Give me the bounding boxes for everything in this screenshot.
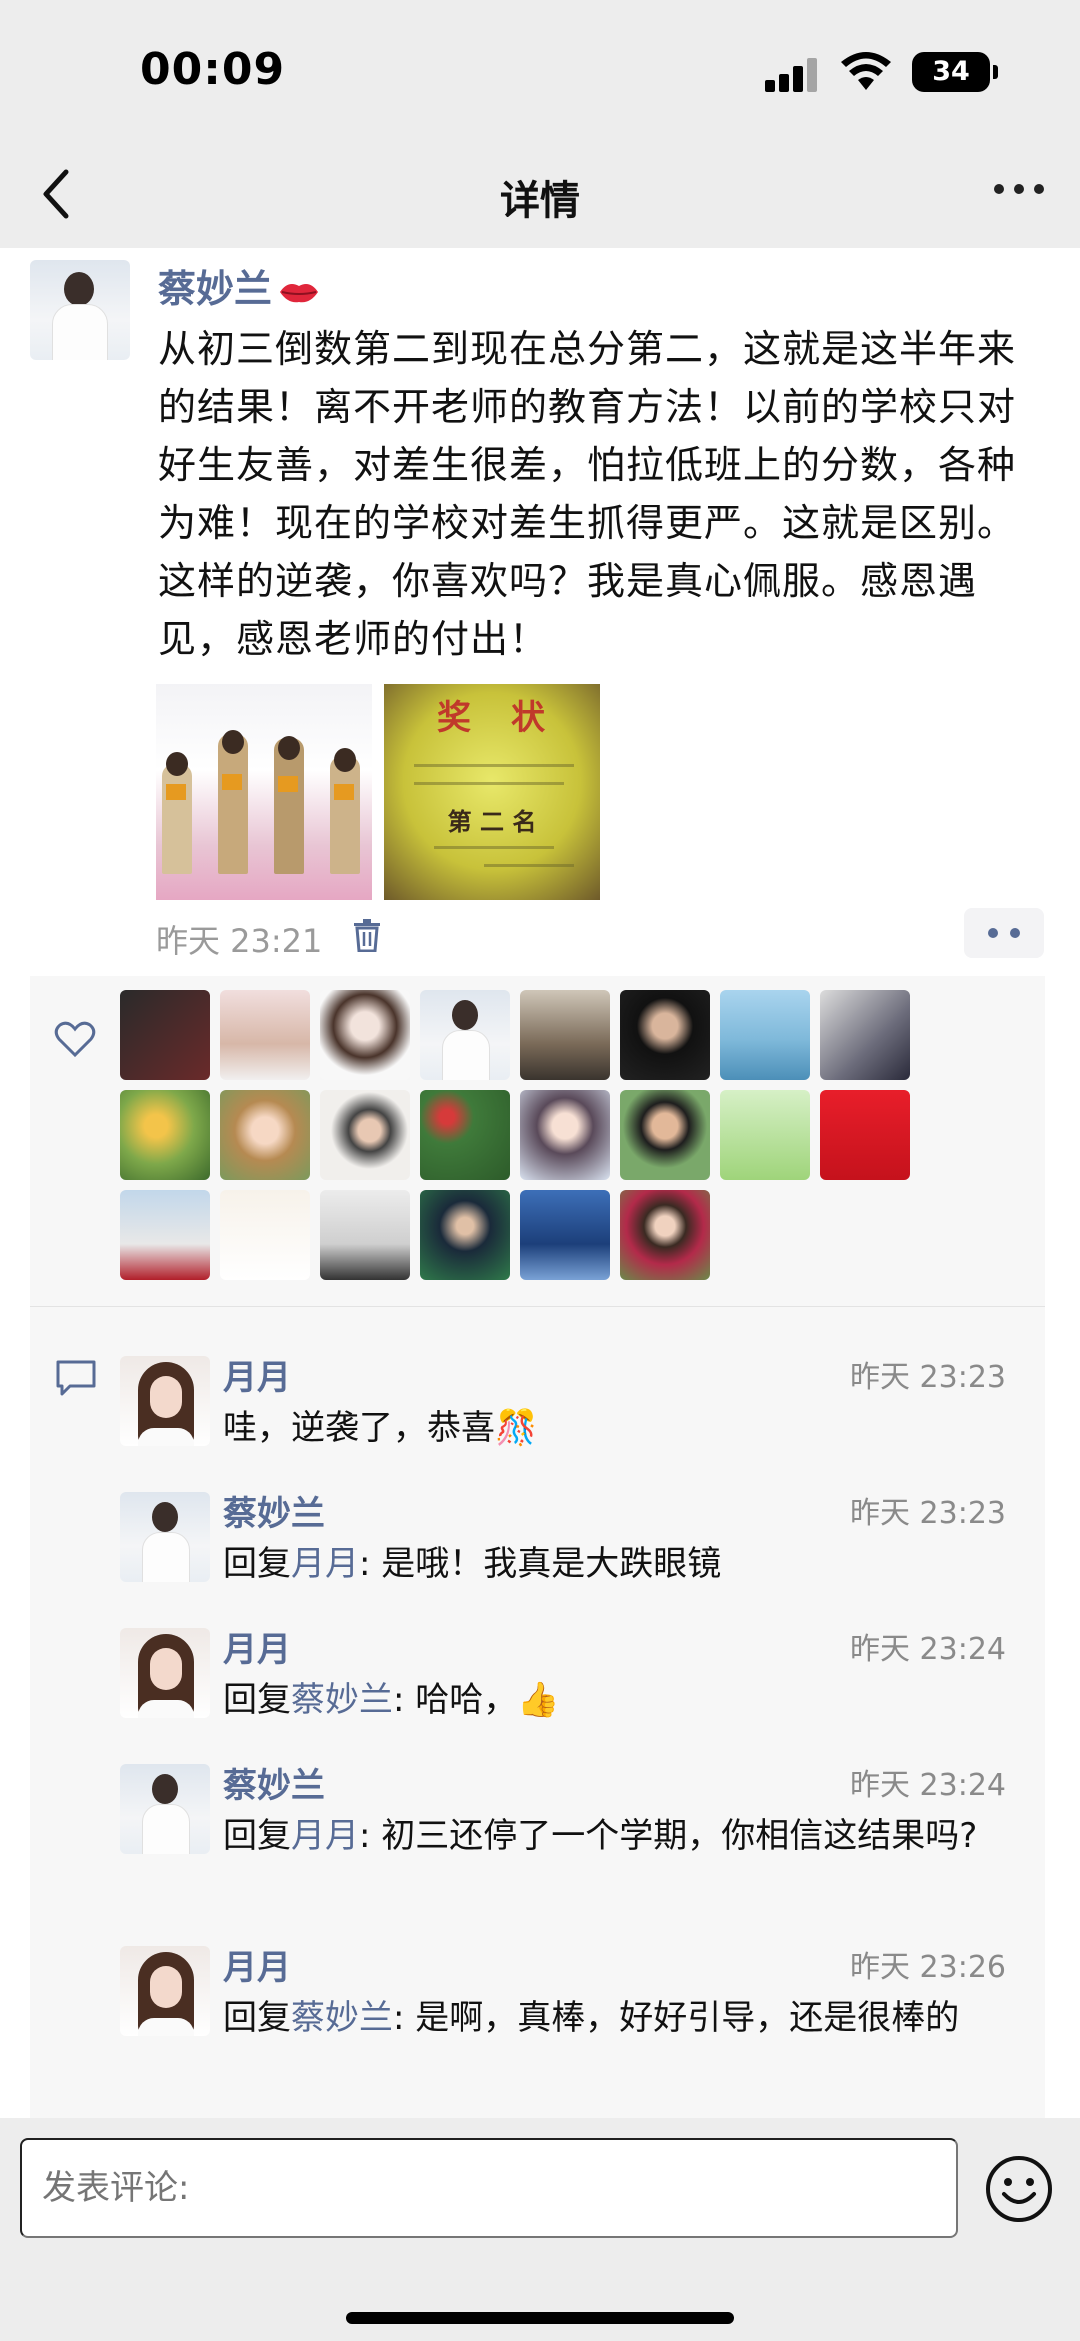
reply-to-name[interactable]: 蔡妙兰 [291, 1998, 393, 2038]
home-indicator [346, 2312, 734, 2324]
commenter-name[interactable]: 蔡妙兰 [223, 1486, 325, 1535]
comment-row[interactable]: 蔡妙兰 昨天 23:24 回复月月: 初三还停了一个学期，你相信这结果吗? [120, 1754, 1030, 1884]
page-title: 详情 [500, 178, 580, 224]
comment-input-bar [0, 2118, 1080, 2341]
commenter-name[interactable]: 月月 [223, 1350, 291, 1399]
like-avatar[interactable] [220, 1190, 310, 1280]
commenter-avatar[interactable] [120, 1946, 210, 2036]
comment-input[interactable] [20, 2138, 958, 2238]
lips-emoji-icon [280, 283, 319, 302]
comment-time: 昨天 23:24 [850, 1768, 1006, 1803]
like-avatar[interactable] [520, 990, 610, 1080]
reply-to-name[interactable]: 蔡妙兰 [291, 1680, 393, 1720]
comment-time: 昨天 23:23 [850, 1496, 1006, 1531]
like-avatar[interactable] [420, 1090, 510, 1180]
delete-trash-icon[interactable] [352, 918, 382, 952]
reply-prefix: 回复 [223, 1816, 291, 1856]
like-avatar[interactable] [120, 1190, 210, 1280]
like-avatar[interactable] [320, 1190, 410, 1280]
like-avatar[interactable] [720, 990, 810, 1080]
comment-text: 哇，逆袭了，恭喜🎊 [223, 1402, 1023, 1454]
reply-prefix: 回复 [223, 1998, 291, 2038]
post-timestamp: 昨天 23:21 [156, 922, 323, 960]
comment-time: 昨天 23:24 [850, 1632, 1006, 1667]
like-avatar[interactable] [720, 1090, 810, 1180]
like-avatar[interactable] [120, 990, 210, 1080]
like-avatar[interactable] [420, 1190, 510, 1280]
like-avatar[interactable] [620, 1190, 710, 1280]
comment-text: 回复蔡妙兰: 哈哈，👍 [223, 1674, 1023, 1726]
heart-icon [54, 1021, 96, 1058]
post-photo-students[interactable] [156, 684, 372, 900]
commenter-avatar[interactable] [120, 1764, 210, 1854]
comment-body: : 是啊，真棒，好好引导，还是很棒的 [393, 1998, 960, 2038]
like-avatar[interactable] [520, 1090, 610, 1180]
nav-bar: 详情 [0, 140, 1080, 248]
moment-detail: 蔡妙兰 从初三倒数第二到现在总分第二，这就是这半年来的结果！离不开老师的教育方法… [0, 248, 1080, 2118]
commenter-avatar[interactable] [120, 1356, 210, 1446]
like-avatar[interactable] [220, 1090, 310, 1180]
like-avatar[interactable] [320, 990, 410, 1080]
post-photo-certificate[interactable]: 奖状 第 二 名 [384, 684, 600, 900]
comment-body: 哇，逆袭了，恭喜🎊 [223, 1408, 538, 1448]
like-avatar[interactable] [320, 1090, 410, 1180]
more-options-icon[interactable] [994, 184, 1044, 198]
comment-row[interactable]: 蔡妙兰 昨天 23:23 回复月月: 是哦！我真是大跌眼镜 [120, 1482, 1030, 1612]
like-avatar[interactable] [820, 990, 910, 1080]
comment-row[interactable]: 月月 昨天 23:24 回复蔡妙兰: 哈哈，👍 [120, 1618, 1030, 1748]
author-name[interactable]: 蔡妙兰 [158, 258, 320, 313]
comment-body: : 哈哈，👍 [393, 1680, 560, 1720]
likes-comments-panel: 月月 昨天 23:23 哇，逆袭了，恭喜🎊 蔡妙兰 昨天 23:23 回复月月: 是哦！我… [30, 976, 1045, 2118]
comment-text: 回复月月: 是哦！我真是大跌眼镜 [223, 1538, 1023, 1590]
comment-text: 回复蔡妙兰: 是啊，真棒，好好引导，还是很棒的 [223, 1992, 1023, 2044]
comment-body: : 初三还停了一个学期，你相信这结果吗? [359, 1816, 978, 1856]
battery-icon: 34 [912, 52, 998, 92]
comment-row[interactable]: 月月 昨天 23:23 哇，逆袭了，恭喜🎊 [120, 1346, 1030, 1476]
status-time: 00:09 [140, 44, 286, 95]
comment-text: 回复月月: 初三还停了一个学期，你相信这结果吗? [223, 1810, 1023, 1862]
status-bar: 00:09 34 [0, 0, 1080, 140]
like-avatar[interactable] [520, 1190, 610, 1280]
like-avatar[interactable] [620, 990, 710, 1080]
comment-body: : 是哦！我真是大跌眼镜 [359, 1544, 722, 1584]
emoji-icon[interactable] [984, 2154, 1054, 2224]
reply-to-name[interactable]: 月月 [291, 1816, 359, 1856]
comment-time: 昨天 23:26 [850, 1950, 1006, 1985]
commenter-avatar[interactable] [120, 1492, 210, 1582]
author-name-text: 蔡妙兰 [158, 267, 273, 311]
like-avatar[interactable] [620, 1090, 710, 1180]
post-text: 从初三倒数第二到现在总分第二，这就是这半年来的结果！离不开老师的教育方法！以前的… [158, 327, 1017, 661]
reply-prefix: 回复 [223, 1680, 291, 1720]
commenter-name[interactable]: 月月 [223, 1622, 291, 1671]
reply-to-name[interactable]: 月月 [291, 1544, 359, 1584]
like-avatar[interactable] [120, 1090, 210, 1180]
cellular-signal-icon [765, 58, 821, 92]
commenter-name[interactable]: 蔡妙兰 [223, 1758, 325, 1807]
commenter-name[interactable]: 月月 [223, 1940, 291, 1989]
like-avatar[interactable] [820, 1090, 910, 1180]
author-avatar[interactable] [30, 260, 130, 360]
like-avatar[interactable] [220, 990, 310, 1080]
comment-time: 昨天 23:23 [850, 1360, 1006, 1395]
comment-row[interactable]: 月月 昨天 23:26 回复蔡妙兰: 是啊，真棒，好好引导，还是很棒的 [120, 1936, 1030, 2066]
wifi-icon [841, 52, 891, 90]
like-avatar[interactable] [420, 990, 510, 1080]
reply-prefix: 回复 [223, 1544, 291, 1584]
divider [30, 1306, 1045, 1307]
commenter-avatar[interactable] [120, 1628, 210, 1718]
comment-icon [56, 1360, 96, 1396]
like-comment-menu-button[interactable] [964, 908, 1044, 958]
